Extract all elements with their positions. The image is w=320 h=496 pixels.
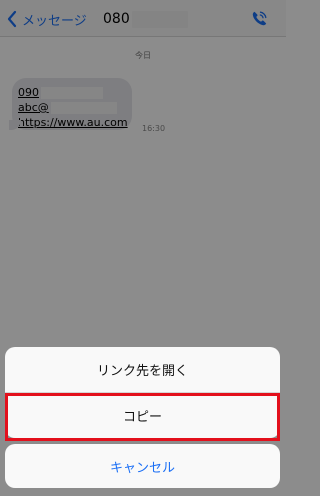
- action-sheet: リンク先を開く コピー: [5, 347, 280, 438]
- copy-button[interactable]: コピー: [5, 393, 280, 438]
- cancel-button[interactable]: キャンセル: [5, 444, 280, 488]
- open-link-button[interactable]: リンク先を開く: [5, 347, 280, 392]
